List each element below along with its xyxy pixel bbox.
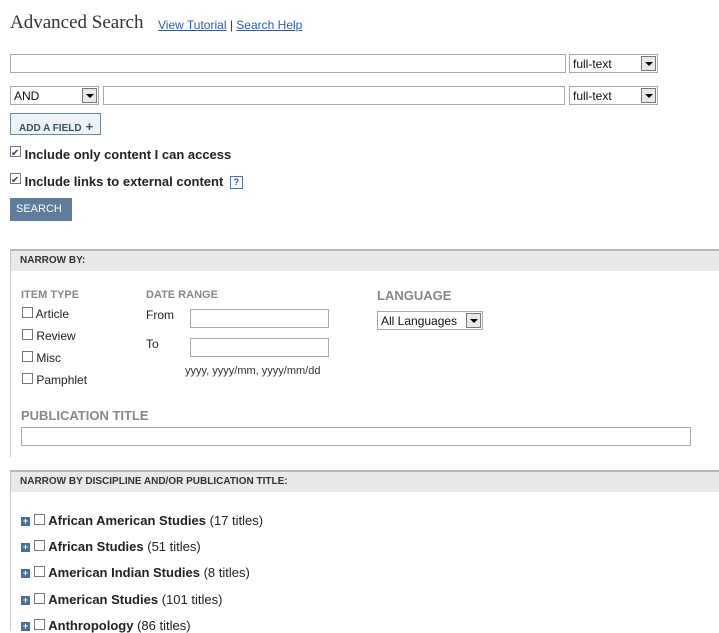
- discipline-count: (101 titles): [161, 592, 223, 607]
- discipline-name[interactable]: American Indian Studies: [48, 565, 200, 580]
- discipline-name[interactable]: African American Studies: [48, 513, 206, 528]
- field-select-1-value: full-text: [573, 57, 612, 71]
- external-links-option: Include links to external content ?: [10, 173, 243, 189]
- chevron-down-icon: [82, 88, 97, 103]
- narrow-by-header: NARROW BY:: [11, 249, 719, 271]
- language-select[interactable]: All Languages: [377, 311, 483, 330]
- item-type-misc: Misc: [22, 351, 61, 365]
- chevron-down-icon: [641, 88, 656, 103]
- language-label: LANGUAGE: [377, 288, 452, 303]
- discipline-count: (51 titles): [147, 539, 201, 554]
- view-tutorial-link[interactable]: View Tutorial: [158, 18, 226, 32]
- publication-title-label: PUBLICATION TITLE: [21, 408, 149, 423]
- discipline-item: + African Studies (51 titles): [21, 539, 201, 554]
- date-range-label: DATE RANGE: [146, 289, 218, 301]
- review-label: Review: [36, 329, 76, 343]
- only-access-label: Include only content I can access: [24, 147, 232, 162]
- field-select-2-value: full-text: [573, 89, 612, 103]
- from-label: From: [146, 308, 174, 322]
- review-checkbox[interactable]: [22, 329, 33, 340]
- discipline-item: + American Studies (101 titles): [21, 592, 222, 607]
- language-select-value: All Languages: [381, 314, 458, 328]
- search-term-input-2[interactable]: [103, 86, 565, 105]
- only-access-option: Include only content I can access: [10, 146, 231, 162]
- operator-select[interactable]: AND: [10, 86, 99, 105]
- discipline-checkbox[interactable]: [33, 593, 45, 604]
- link-separator: |: [229, 18, 233, 32]
- operator-select-value: AND: [14, 89, 40, 103]
- discipline-checkbox[interactable]: [33, 566, 45, 577]
- help-icon[interactable]: ?: [229, 176, 243, 189]
- search-help-link[interactable]: Search Help: [236, 18, 302, 32]
- discipline-count: (17 titles): [209, 513, 264, 528]
- plus-icon: +: [85, 119, 94, 134]
- item-type-pamphlet: Pamphlet: [22, 373, 87, 387]
- misc-label: Misc: [36, 351, 62, 365]
- article-checkbox[interactable]: [22, 307, 33, 318]
- field-select-1[interactable]: full-text: [569, 54, 658, 73]
- discipline-name[interactable]: African Studies: [48, 539, 143, 554]
- header-links: View Tutorial | Search Help: [158, 18, 302, 32]
- discipline-item: + American Indian Studies (8 titles): [21, 565, 250, 580]
- discipline-checkbox[interactable]: [33, 514, 45, 525]
- field-select-2[interactable]: full-text: [569, 86, 658, 105]
- search-button[interactable]: SEARCH: [10, 198, 72, 221]
- chevron-down-icon: [641, 56, 656, 71]
- discipline-header: NARROW BY DISCIPLINE AND/OR PUBLICATION …: [11, 470, 719, 492]
- page-title: Advanced Search: [10, 12, 144, 33]
- date-from-input[interactable]: [190, 309, 329, 328]
- item-type-review: Review: [22, 329, 76, 343]
- discipline-checkbox[interactable]: [33, 619, 45, 630]
- item-type-label: ITEM TYPE: [21, 289, 80, 301]
- only-access-checkbox[interactable]: [10, 146, 21, 157]
- expand-plus-icon[interactable]: +: [21, 569, 30, 578]
- add-field-button[interactable]: ADD A FIELD +: [10, 113, 101, 135]
- publication-title-input[interactable]: [21, 427, 691, 446]
- discipline-item: + African American Studies (17 titles): [21, 513, 263, 528]
- date-to-input[interactable]: [190, 338, 329, 357]
- misc-checkbox[interactable]: [22, 351, 33, 362]
- external-links-checkbox[interactable]: [10, 173, 21, 184]
- expand-plus-icon[interactable]: +: [21, 596, 30, 605]
- narrow-by-panel: NARROW BY:: [10, 249, 719, 457]
- item-type-article: Article: [22, 307, 69, 321]
- to-label: To: [146, 337, 159, 351]
- add-field-label: ADD A FIELD: [19, 123, 82, 134]
- discipline-count: (8 titles): [203, 565, 250, 580]
- expand-plus-icon[interactable]: +: [21, 622, 30, 631]
- discipline-checkbox[interactable]: [33, 540, 45, 551]
- pamphlet-checkbox[interactable]: [22, 373, 33, 384]
- date-format-hint: yyyy, yyyy/mm, yyyy/mm/dd: [185, 365, 321, 377]
- external-links-label: Include links to external content: [24, 174, 224, 189]
- expand-plus-icon[interactable]: +: [21, 543, 30, 552]
- article-label: Article: [35, 307, 70, 321]
- discipline-name[interactable]: American Studies: [48, 592, 158, 607]
- expand-plus-icon[interactable]: +: [21, 517, 30, 526]
- chevron-down-icon: [466, 313, 481, 328]
- pamphlet-label: Pamphlet: [36, 373, 88, 387]
- search-term-input-1[interactable]: [10, 54, 566, 73]
